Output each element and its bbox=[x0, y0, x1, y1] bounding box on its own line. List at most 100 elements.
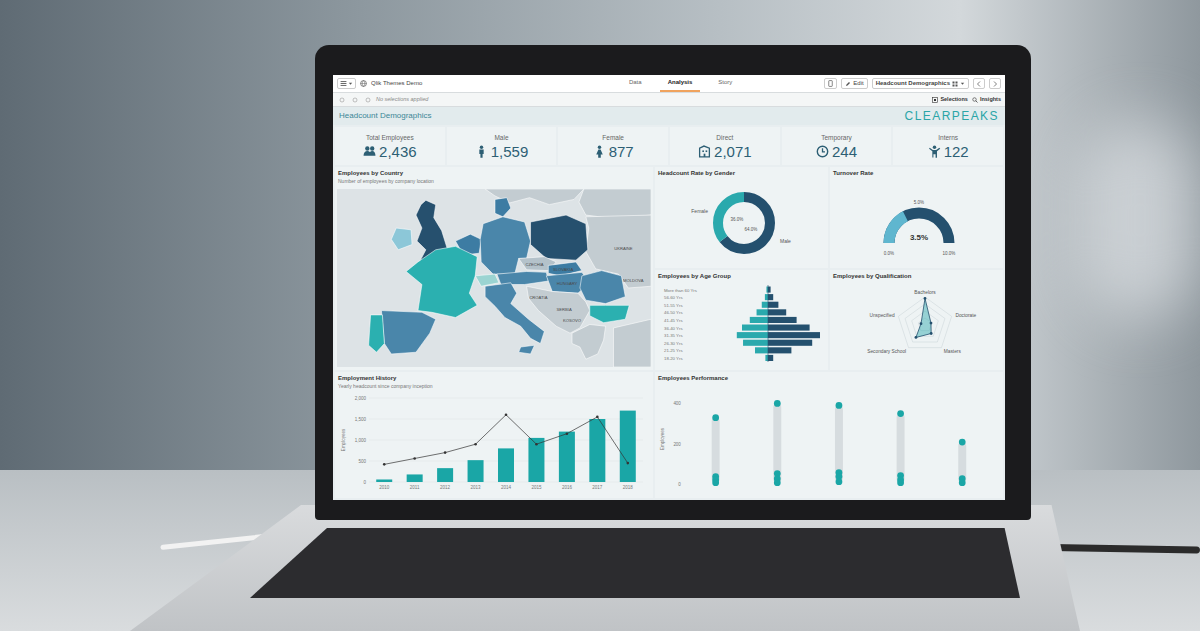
age-group-label: 46-50 Yrs bbox=[664, 311, 683, 316]
panel-title: Turnover Rate bbox=[833, 169, 1000, 178]
year-label: 2016 bbox=[562, 485, 573, 490]
age-group-label: 26-30 Yrs bbox=[664, 341, 683, 346]
country-region[interactable] bbox=[369, 315, 385, 352]
axis-tick-label: 2,000 bbox=[355, 396, 367, 401]
kpi-card: Total Employees2,436 bbox=[335, 127, 445, 165]
country-region[interactable] bbox=[475, 274, 499, 286]
clear-selections-button[interactable] bbox=[363, 95, 372, 104]
donut-segment bbox=[718, 197, 770, 249]
donut-label: Female bbox=[691, 208, 708, 214]
performance-point bbox=[897, 479, 904, 486]
insights-button[interactable]: Insights bbox=[972, 95, 1001, 103]
male-bar bbox=[768, 317, 797, 323]
employees-performance-chart: 0200400Employees bbox=[655, 387, 1003, 495]
donut-reading: 36.0% bbox=[730, 217, 743, 222]
employment-history-chart: 05001,0001,5002,000Employees201020112012… bbox=[337, 392, 651, 496]
country-region[interactable] bbox=[480, 217, 530, 274]
male-icon bbox=[475, 145, 488, 158]
country-label: MOLDOVA bbox=[623, 278, 644, 283]
chevron-right-icon bbox=[992, 81, 998, 87]
country-region[interactable] bbox=[406, 246, 477, 317]
age-group-label: 36-40 Yrs bbox=[664, 326, 683, 331]
kpi-label: Total Employees bbox=[366, 133, 414, 143]
country-label: HUNGARY bbox=[557, 281, 578, 286]
performance-point bbox=[836, 478, 843, 485]
country-region[interactable] bbox=[495, 197, 511, 216]
year-label: 2015 bbox=[531, 485, 542, 490]
panel-title: Employees by Age Group bbox=[658, 272, 825, 281]
trend-point bbox=[444, 452, 447, 455]
panel-title: Employees by Country bbox=[338, 169, 650, 178]
nav-tab[interactable]: Analysis bbox=[660, 75, 701, 92]
panel-title: Headcount Rate by Gender bbox=[658, 169, 825, 178]
country-region[interactable] bbox=[381, 310, 435, 353]
country-region[interactable] bbox=[613, 319, 651, 367]
radar-axis-label: Unspecified bbox=[869, 313, 894, 318]
male-bar bbox=[768, 287, 771, 293]
selection-forward-button[interactable] bbox=[350, 95, 359, 104]
headcount-bar bbox=[498, 449, 514, 483]
country-region[interactable] bbox=[531, 215, 588, 260]
country-region[interactable] bbox=[580, 270, 625, 303]
trend-point bbox=[596, 416, 599, 419]
insights-icon bbox=[972, 97, 978, 103]
country-label: SLOVAKIA bbox=[553, 267, 574, 272]
edit-button[interactable]: Edit bbox=[841, 78, 867, 89]
headcount-bar bbox=[376, 480, 392, 483]
age-group-label: 51-55 Yrs bbox=[664, 303, 683, 308]
axis-title: Employees bbox=[341, 428, 346, 451]
year-label: 2017 bbox=[592, 485, 603, 490]
nav-tab[interactable]: Data bbox=[621, 75, 650, 92]
app-globe-icon bbox=[360, 80, 367, 87]
country-region[interactable] bbox=[485, 283, 544, 344]
performance-range-bar bbox=[958, 442, 966, 483]
female-bar bbox=[749, 317, 767, 323]
country-region[interactable] bbox=[572, 324, 606, 359]
age-group-label: More than 60 Yrs bbox=[664, 288, 697, 293]
toolbar: Qlik Themes DemoDataAnalysisStoryEditHea… bbox=[333, 75, 1005, 93]
country-region[interactable] bbox=[497, 271, 548, 284]
axis-tick-label: 400 bbox=[673, 400, 681, 405]
kpi-label: Direct bbox=[716, 133, 733, 143]
laptop-lid: Qlik Themes DemoDataAnalysisStoryEditHea… bbox=[315, 45, 1031, 520]
device-button[interactable] bbox=[824, 78, 837, 89]
selection-back-button[interactable] bbox=[337, 95, 346, 104]
group-icon bbox=[363, 145, 376, 158]
year-label: 2011 bbox=[410, 485, 420, 490]
axis-tick-label: 500 bbox=[358, 459, 366, 464]
female-bar bbox=[765, 355, 768, 361]
gauge-tick-label: 0.0% bbox=[883, 251, 893, 256]
male-bar bbox=[768, 325, 810, 331]
donut-label: Male bbox=[780, 238, 791, 244]
male-bar bbox=[768, 294, 773, 300]
headcount-bar bbox=[559, 432, 575, 482]
sheet-selector[interactable]: Headcount Demographics bbox=[872, 78, 969, 89]
next-sheet-button[interactable] bbox=[989, 78, 1001, 89]
country-region[interactable] bbox=[579, 189, 651, 219]
panel-header: Turnover Rate bbox=[830, 167, 1003, 178]
radar-grid bbox=[898, 297, 951, 348]
radar-area bbox=[915, 299, 930, 338]
kpi-card: Interns122 bbox=[893, 127, 1003, 165]
country-region[interactable] bbox=[590, 305, 629, 322]
male-bar bbox=[768, 355, 773, 361]
performance-point bbox=[774, 479, 781, 486]
country-region[interactable] bbox=[519, 345, 535, 354]
nav-tab[interactable]: Story bbox=[710, 75, 740, 92]
selection-forward-icon bbox=[352, 97, 358, 103]
previous-sheet-button[interactable] bbox=[973, 78, 985, 89]
selections-button[interactable]: Selections bbox=[932, 95, 968, 103]
gauge-reading: 3.5% bbox=[909, 233, 927, 242]
trend-point bbox=[474, 443, 477, 446]
panel-header: Employees by Age Group bbox=[655, 270, 828, 281]
age-group-label: 56-60 Yrs bbox=[664, 295, 683, 300]
panel-header: Employees by Qualification bbox=[830, 270, 1003, 281]
screen: Qlik Themes DemoDataAnalysisStoryEditHea… bbox=[333, 75, 1005, 500]
age-group-label: 41-45 Yrs bbox=[664, 318, 683, 323]
menu-icon bbox=[340, 80, 347, 87]
selection-bar: No selections appliedSelectionsInsights bbox=[333, 93, 1005, 107]
menu-button[interactable] bbox=[337, 78, 356, 89]
panel-title: Employees by Qualification bbox=[833, 272, 1000, 281]
country-region[interactable] bbox=[391, 228, 412, 250]
kpi-label: Interns bbox=[938, 133, 958, 143]
